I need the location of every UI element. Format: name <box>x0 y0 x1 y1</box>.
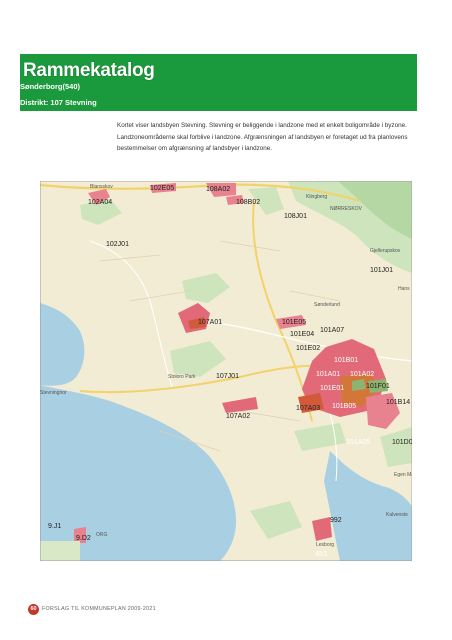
map-label[interactable]: 9.J1 <box>48 523 61 531</box>
place-name: Stoloro Park <box>168 374 196 380</box>
page-number: 60 <box>28 604 39 615</box>
place-name: ORG <box>96 532 108 538</box>
map-label[interactable]: 102E05 <box>150 185 174 193</box>
place-name: Egen Mark <box>394 472 412 478</box>
district-map[interactable]: 102A04 102E05 108A02 108B02 108J01 102J0… <box>40 181 412 561</box>
place-name: NØRRESKOV <box>330 206 362 212</box>
map-label[interactable]: 107A02 <box>226 413 250 421</box>
map-label[interactable]: 102A04 <box>88 199 112 207</box>
map-label[interactable]: 101A07 <box>320 327 344 335</box>
place-name: Sønderlund <box>314 302 340 308</box>
footer-text: FORSLAG TIL KOMMUNEPLAN 2009-2021 <box>42 606 156 612</box>
map-label[interactable]: 101B05 <box>332 403 356 411</box>
map-label[interactable]: 108A02 <box>206 186 230 194</box>
map-label[interactable]: 101A01 <box>316 371 340 379</box>
map-label[interactable]: 101F01 <box>366 383 390 391</box>
map-label[interactable]: 102J01 <box>106 241 129 249</box>
map-label[interactable]: 101A05 <box>346 439 370 447</box>
map-label[interactable]: 651 <box>316 551 328 559</box>
place-name: Gjellerupskov <box>370 248 401 254</box>
map-label[interactable]: 101B14 <box>386 399 410 407</box>
place-name: Blansskov <box>90 184 113 190</box>
municipality-label: Sønderborg(540) <box>20 82 81 91</box>
map-label[interactable]: 108B02 <box>236 199 260 207</box>
place-name: Lesborg <box>316 542 335 548</box>
place-name: Stevningnor <box>40 390 67 396</box>
map-label[interactable]: 101B01 <box>334 357 358 365</box>
map-label[interactable]: 9.D2 <box>76 535 91 543</box>
map-label[interactable]: 101E01 <box>320 385 344 393</box>
place-name: Hans <box>398 286 410 292</box>
map-label[interactable]: 101E02 <box>296 345 320 353</box>
map-label[interactable]: 107A01 <box>198 319 222 327</box>
intro-text: Kortet viser landsbyen Stevning. Stevnin… <box>117 120 433 155</box>
place-name: Kalvenste <box>386 512 408 518</box>
intro-line: Landzoneområderne skal forblive i landzo… <box>117 133 408 141</box>
map-label[interactable]: 101E05 <box>282 319 306 327</box>
place-name: Klingberg <box>306 194 328 200</box>
map-label[interactable]: 107A03 <box>296 405 320 413</box>
map-label[interactable]: 992 <box>330 517 342 525</box>
intro-line: Kortet viser landsbyen Stevning. Stevnin… <box>117 122 407 129</box>
map-label[interactable]: 107J01 <box>216 373 239 381</box>
map-label[interactable]: 101E04 <box>290 331 314 339</box>
page-title: Rammekatalog <box>23 60 155 81</box>
intro-line: bestemmelser om afgrænsning af landsbyer… <box>117 145 273 152</box>
map-label[interactable]: 101A02 <box>350 371 374 379</box>
map-label[interactable]: 101J01 <box>370 267 393 275</box>
map-label[interactable]: 101D04 <box>392 439 412 447</box>
map-label[interactable]: 108J01 <box>284 213 307 221</box>
district-label: Distrikt: 107 Stevning <box>20 98 97 107</box>
